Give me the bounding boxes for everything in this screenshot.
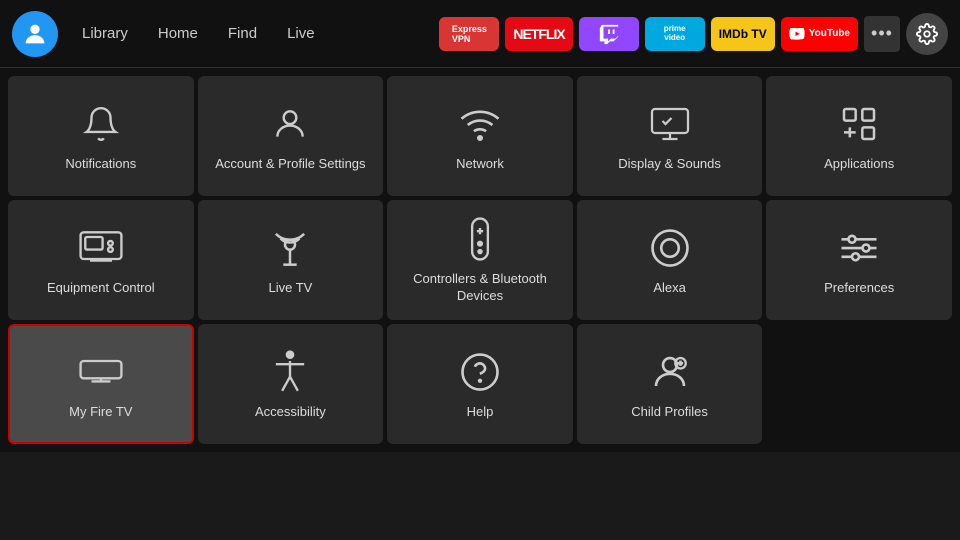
wifi-icon [459, 102, 501, 146]
nav-links: Library Home Find Live [70, 19, 327, 48]
grid-item-preferences[interactable]: Preferences [766, 200, 952, 320]
grid-item-alexa[interactable]: Alexa [577, 200, 763, 320]
controllers-bluetooth-label: Controllers & Bluetooth Devices [395, 271, 565, 305]
firetv-icon [79, 350, 123, 394]
settings-button[interactable] [906, 13, 948, 55]
help-label: Help [467, 404, 494, 421]
app-expressvpn[interactable]: ExpressVPN [439, 17, 499, 51]
nav-live[interactable]: Live [275, 19, 327, 48]
more-apps-button[interactable]: ••• [864, 16, 900, 52]
child-profiles-label: Child Profiles [631, 404, 708, 421]
applications-label: Applications [824, 156, 894, 173]
equipment-control-label: Equipment Control [47, 280, 155, 297]
grid-item-applications[interactable]: Applications [766, 76, 952, 196]
accessibility-label: Accessibility [255, 404, 326, 421]
app-shortcuts: ExpressVPN NETFLIX primevideo IMDb TV Yo… [439, 13, 948, 55]
child-profile-icon [649, 350, 691, 394]
nav-find[interactable]: Find [216, 19, 269, 48]
my-fire-tv-label: My Fire TV [69, 404, 132, 421]
sliders-icon [838, 226, 880, 270]
account-profile-label: Account & Profile Settings [215, 156, 365, 173]
bell-icon [82, 102, 120, 146]
app-prime[interactable]: primevideo [645, 17, 705, 51]
person-icon [271, 102, 309, 146]
grid-item-my-fire-tv[interactable]: My Fire TV [8, 324, 194, 444]
grid-item-account-profile[interactable]: Account & Profile Settings [198, 76, 384, 196]
remote-icon [464, 217, 496, 261]
display-icon [649, 102, 691, 146]
grid-item-help[interactable]: Help [387, 324, 573, 444]
app-netflix[interactable]: NETFLIX [505, 17, 572, 51]
grid-item-network[interactable]: Network [387, 76, 573, 196]
nav-home[interactable]: Home [146, 19, 210, 48]
nav-library[interactable]: Library [70, 19, 140, 48]
settings-grid: Notifications Account & Profile Settings… [0, 68, 960, 452]
top-navigation: Library Home Find Live ExpressVPN NETFLI… [0, 0, 960, 68]
app-youtube[interactable]: YouTube [781, 17, 858, 51]
notifications-label: Notifications [65, 156, 136, 173]
accessibility-icon [271, 350, 309, 394]
grid-item-live-tv[interactable]: Live TV [198, 200, 384, 320]
display-sounds-label: Display & Sounds [618, 156, 721, 173]
alexa-icon [649, 226, 691, 270]
antenna-icon [270, 226, 310, 270]
network-label: Network [456, 156, 504, 173]
app-imdb[interactable]: IMDb TV [711, 17, 775, 51]
grid-item-child-profiles[interactable]: Child Profiles [577, 324, 763, 444]
grid-item-notifications[interactable]: Notifications [8, 76, 194, 196]
grid-item-display-sounds[interactable]: Display & Sounds [577, 76, 763, 196]
live-tv-label: Live TV [268, 280, 312, 297]
user-avatar[interactable] [12, 11, 58, 57]
tv-icon [79, 226, 123, 270]
help-icon [459, 350, 501, 394]
grid-item-equipment-control[interactable]: Equipment Control [8, 200, 194, 320]
apps-icon [839, 102, 879, 146]
alexa-label: Alexa [653, 280, 686, 297]
grid-item-controllers-bluetooth[interactable]: Controllers & Bluetooth Devices [387, 200, 573, 320]
app-twitch[interactable] [579, 17, 639, 51]
preferences-label: Preferences [824, 280, 894, 297]
grid-item-accessibility[interactable]: Accessibility [198, 324, 384, 444]
